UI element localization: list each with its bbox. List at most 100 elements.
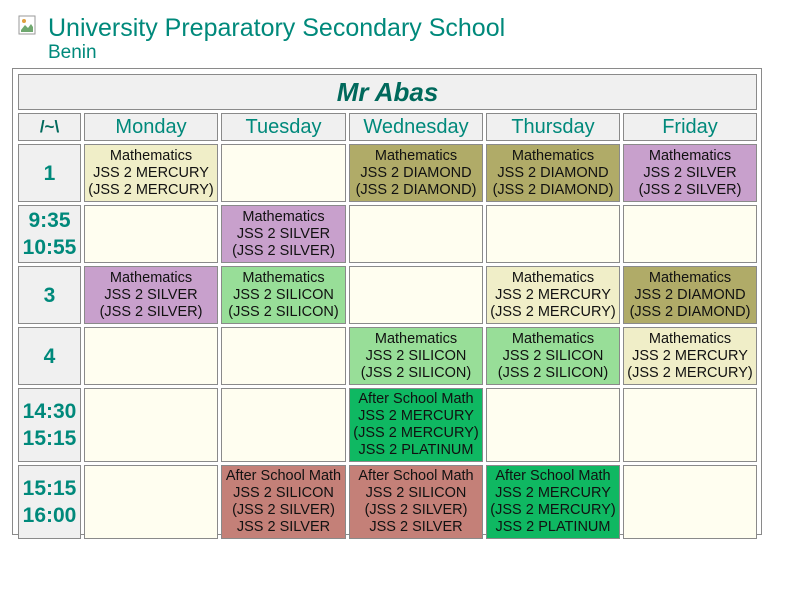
lesson-subject: Mathematics bbox=[109, 147, 193, 164]
period-label-line: 15:15 bbox=[22, 427, 77, 450]
lesson-class: (JSS 2 MERCURY) bbox=[353, 425, 479, 441]
lesson-subject: Mathematics bbox=[109, 269, 193, 286]
lesson-class: JSS 2 SILICON bbox=[365, 347, 467, 364]
timetable-row: 4 Mathematics JSS 2 SILICON (JSS 2 SILICON)… bbox=[18, 327, 757, 385]
period-label: 4 bbox=[18, 327, 81, 385]
period-label: 15:15 16:00 bbox=[18, 465, 81, 539]
lesson-subject: Mathematics bbox=[648, 330, 732, 347]
corner-label: /~\ bbox=[18, 113, 81, 141]
timetable-row: 9:35 10:55 Mathematics JSS 2 SILVER (JSS 2 S… bbox=[18, 205, 757, 263]
day-header-wednesday: Wednesday bbox=[349, 113, 483, 141]
period-label-line: 14:30 bbox=[22, 400, 77, 423]
lesson-slot[interactable]: After School Math JSS 2 MERCURY (JSS 2 MER… bbox=[349, 388, 483, 462]
lesson-subject: Mathematics bbox=[242, 208, 325, 225]
lesson-slot[interactable]: Mathematics JSS 2 DIAMOND (JSS 2 DIAMOND) bbox=[349, 144, 483, 202]
teacher-name: Mr Abas bbox=[18, 74, 757, 110]
empty-slot bbox=[623, 388, 757, 462]
period-label-line: 16:00 bbox=[22, 504, 77, 527]
lesson-subject: Mathematics bbox=[648, 269, 732, 286]
lesson-subject: Mathematics bbox=[374, 330, 458, 347]
lesson-class: (JSS 2 SILVER) bbox=[364, 502, 468, 518]
lesson-class: JSS 2 SILICON bbox=[365, 485, 467, 501]
timetable-row: 15:15 16:00 After School Math JSS 2 SILICON… bbox=[18, 465, 757, 539]
empty-slot bbox=[221, 144, 346, 202]
lesson-slot[interactable]: Mathematics JSS 2 SILICON (JSS 2 SILICON) bbox=[486, 327, 620, 385]
empty-slot bbox=[84, 327, 218, 385]
lesson-class: JSS 2 MERCURY bbox=[495, 286, 611, 303]
school-location: Benin bbox=[48, 42, 97, 63]
lesson-subject: Mathematics bbox=[648, 147, 732, 164]
lesson-class: JSS 2 SILVER bbox=[236, 519, 331, 535]
lesson-class: (JSS 2 DIAMOND) bbox=[629, 303, 751, 320]
empty-slot bbox=[486, 388, 620, 462]
lesson-subject: After School Math bbox=[225, 468, 342, 484]
empty-slot bbox=[349, 266, 483, 324]
lesson-slot[interactable]: After School Math JSS 2 MERCURY (JSS 2 MER… bbox=[486, 465, 620, 539]
empty-slot bbox=[84, 465, 218, 539]
period-label: 3 bbox=[18, 266, 81, 324]
lesson-slot[interactable]: Mathematics JSS 2 MERCURY (JSS 2 MERCURY) bbox=[623, 327, 757, 385]
lesson-subject: Mathematics bbox=[511, 330, 595, 347]
lesson-class: (JSS 2 SILVER) bbox=[232, 502, 335, 518]
lesson-class: JSS 2 SILVER bbox=[104, 286, 198, 303]
lesson-subject: Mathematics bbox=[374, 147, 458, 164]
lesson-subject: Mathematics bbox=[511, 147, 595, 164]
lesson-slot[interactable]: After School Math JSS 2 SILICON (JSS 2 SIL… bbox=[221, 465, 346, 539]
empty-slot bbox=[623, 205, 757, 263]
period-label-line: 1 bbox=[43, 161, 56, 185]
lesson-class: JSS 2 SILVER bbox=[643, 164, 737, 181]
period-label: 9:35 10:55 bbox=[18, 205, 81, 263]
lesson-slot[interactable]: Mathematics JSS 2 SILVER (JSS 2 SILVER) bbox=[221, 205, 346, 263]
empty-slot bbox=[623, 465, 757, 539]
empty-slot bbox=[221, 388, 346, 462]
lesson-class: JSS 2 MERCURY bbox=[495, 485, 611, 501]
lesson-class: JSS 2 PLATINUM bbox=[358, 442, 474, 458]
lesson-slot[interactable]: Mathematics JSS 2 SILICON (JSS 2 SILICON) bbox=[221, 266, 346, 324]
lesson-slot[interactable]: Mathematics JSS 2 SILVER (JSS 2 SILVER) bbox=[84, 266, 218, 324]
lesson-slot[interactable]: After School Math JSS 2 SILICON (JSS 2 SIL… bbox=[349, 465, 483, 539]
lesson-class: JSS 2 SILVER bbox=[236, 225, 331, 242]
period-label-line: 4 bbox=[43, 344, 56, 368]
lesson-class: JSS 2 SILICON bbox=[233, 286, 334, 303]
school-name: University Preparatory Secondary School bbox=[48, 14, 506, 42]
lesson-subject: Mathematics bbox=[242, 269, 325, 286]
timetable-row: 3 Mathematics JSS 2 SILVER (JSS 2 SILVER) Ma… bbox=[18, 266, 757, 324]
lesson-class: JSS 2 DIAMOND bbox=[497, 164, 609, 181]
lesson-class: (JSS 2 SILICON) bbox=[228, 303, 339, 320]
lesson-class: JSS 2 DIAMOND bbox=[360, 164, 472, 181]
period-label-line: 9:35 bbox=[28, 209, 71, 232]
lesson-class: (JSS 2 SILVER) bbox=[638, 181, 742, 198]
lesson-slot[interactable]: Mathematics JSS 2 SILICON (JSS 2 SILICON) bbox=[349, 327, 483, 385]
timetable-row: 14:30 15:15 After School Math JSS 2 MERCURY… bbox=[18, 388, 757, 462]
lesson-slot[interactable]: Mathematics JSS 2 SILVER (JSS 2 SILVER) bbox=[623, 144, 757, 202]
period-label-line: 10:55 bbox=[22, 236, 77, 259]
lesson-slot[interactable]: Mathematics JSS 2 DIAMOND (JSS 2 DIAMOND) bbox=[623, 266, 757, 324]
lesson-class: (JSS 2 SILICON) bbox=[497, 364, 609, 381]
lesson-subject: After School Math bbox=[358, 468, 474, 484]
lesson-slot[interactable]: Mathematics JSS 2 MERCURY (JSS 2 MERCURY) bbox=[486, 266, 620, 324]
period-label: 14:30 15:15 bbox=[18, 388, 81, 462]
empty-slot bbox=[84, 388, 218, 462]
lesson-class: JSS 2 MERCURY bbox=[93, 164, 209, 181]
lesson-class: (JSS 2 SILVER) bbox=[99, 303, 203, 320]
lesson-class: (JSS 2 DIAMOND) bbox=[355, 181, 477, 198]
lesson-slot[interactable]: Mathematics JSS 2 MERCURY (JSS 2 MERCURY) bbox=[84, 144, 218, 202]
lesson-class: JSS 2 SILICON bbox=[233, 485, 334, 501]
timetable: Mr Abas /~\ Monday Tuesday Wednesday Thursd… bbox=[15, 71, 760, 542]
lesson-class: JSS 2 SILICON bbox=[502, 347, 604, 364]
lesson-class: (JSS 2 DIAMOND) bbox=[492, 181, 614, 198]
lesson-class: (JSS 2 SILICON) bbox=[360, 364, 472, 381]
lesson-slot[interactable]: Mathematics JSS 2 DIAMOND (JSS 2 DIAMOND) bbox=[486, 144, 620, 202]
timetable-frame: Mr Abas /~\ Monday Tuesday Wednesday Thursd… bbox=[12, 68, 762, 539]
period-label-line: 3 bbox=[43, 283, 56, 307]
lesson-class: JSS 2 MERCURY bbox=[358, 408, 474, 424]
empty-slot bbox=[84, 205, 218, 263]
day-header-monday: Monday bbox=[84, 113, 218, 141]
lesson-class: (JSS 2 MERCURY) bbox=[627, 364, 753, 381]
empty-slot bbox=[349, 205, 483, 263]
lesson-class: JSS 2 DIAMOND bbox=[634, 286, 746, 303]
period-label: 1 bbox=[18, 144, 81, 202]
period-label-line: 15:15 bbox=[22, 477, 77, 500]
day-header-tuesday: Tuesday bbox=[221, 113, 346, 141]
lesson-subject: Mathematics bbox=[511, 269, 595, 286]
